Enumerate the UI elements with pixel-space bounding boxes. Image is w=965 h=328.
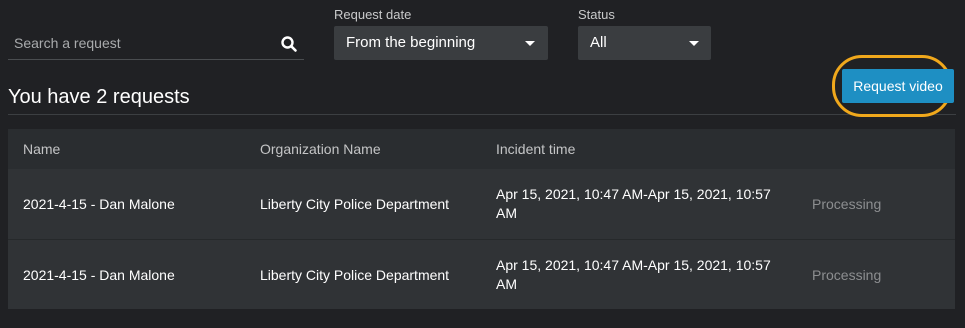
status-filter-label: Status <box>578 7 615 22</box>
organization-name: Liberty City Police Department <box>260 267 450 283</box>
incident-time: Apr 15, 2021, 10:47 AM-Apr 15, 2021, 10:… <box>496 186 771 221</box>
search-input[interactable] <box>8 26 270 59</box>
column-header-organization: Organization Name <box>260 141 381 157</box>
request-video-button[interactable]: Request video <box>842 69 954 103</box>
table-row[interactable]: 2021-4-15 - Dan Malone Liberty City Poli… <box>8 169 955 239</box>
requests-page: Request date From the beginning Status A… <box>0 0 965 328</box>
search-icon[interactable] <box>280 35 298 53</box>
request-date-value: From the beginning <box>346 34 476 51</box>
request-date-select[interactable]: From the beginning <box>334 26 548 60</box>
status-text: Processing <box>812 267 882 283</box>
column-header-name: Name <box>23 141 61 157</box>
page-title: You have 2 requests <box>8 86 190 108</box>
chevron-down-icon <box>689 41 699 46</box>
status-select[interactable]: All <box>578 26 711 60</box>
status-text: Processing <box>812 196 882 212</box>
chevron-down-icon <box>525 41 535 46</box>
status-filter-value: All <box>590 34 607 51</box>
requests-table: Name Organization Name Incident time 202… <box>8 129 955 309</box>
incident-time: Apr 15, 2021, 10:47 AM-Apr 15, 2021, 10:… <box>496 257 771 292</box>
column-header-incident-time: Incident time <box>496 141 576 157</box>
request-date-label: Request date <box>334 7 412 22</box>
request-name: 2021-4-15 - Dan Malone <box>23 267 175 283</box>
table-row[interactable]: 2021-4-15 - Dan Malone Liberty City Poli… <box>8 239 955 309</box>
request-name: 2021-4-15 - Dan Malone <box>23 196 175 212</box>
divider <box>8 114 956 115</box>
organization-name: Liberty City Police Department <box>260 196 450 212</box>
search-bar <box>8 26 304 60</box>
table-header: Name Organization Name Incident time <box>8 129 955 169</box>
